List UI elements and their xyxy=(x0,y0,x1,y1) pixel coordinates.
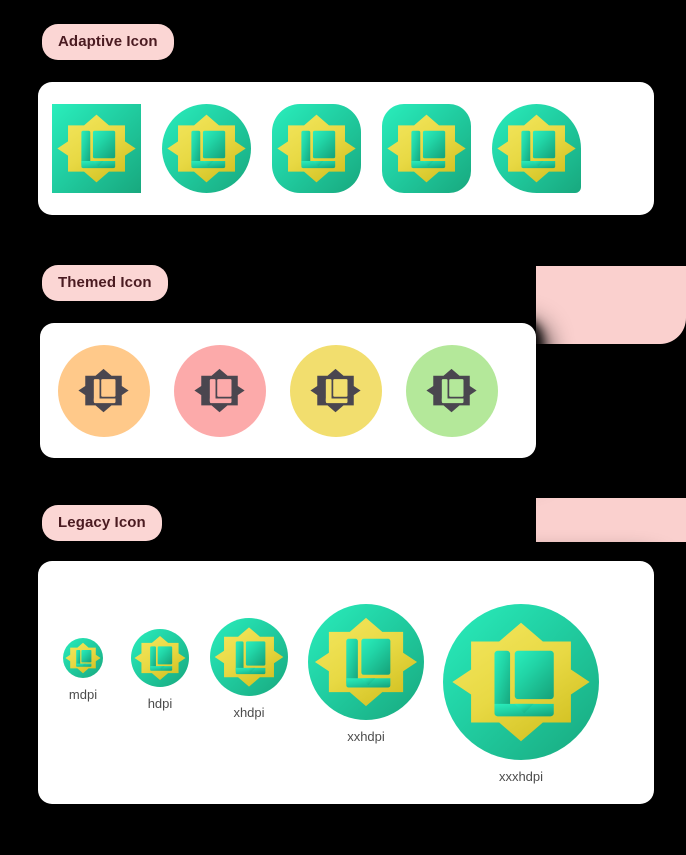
book-rosette-glyph xyxy=(277,114,356,183)
legacy-item-xxhdpi[interactable]: xxhdpi xyxy=(308,604,424,744)
book-rosette-glyph xyxy=(134,635,186,681)
adaptive-icon-card xyxy=(38,82,654,215)
themed-icon-yellow[interactable] xyxy=(290,344,382,437)
themed-icon-orange[interactable] xyxy=(58,344,150,437)
book-rosette-glyph xyxy=(452,622,590,742)
legacy-icon-card: mdpi hdpi xhdpi xxhdpi xxxhdpi xyxy=(38,561,654,804)
book-rosette-glyph xyxy=(78,368,130,413)
book-rosette-glyph xyxy=(194,368,246,413)
themed-icon-pink[interactable] xyxy=(174,344,266,437)
legacy-label-xhdpi: xhdpi xyxy=(233,705,265,720)
adaptive-icon-circle[interactable] xyxy=(162,104,251,193)
adaptive-icon-square[interactable] xyxy=(52,104,141,193)
legacy-item-xhdpi[interactable]: xhdpi xyxy=(210,618,288,720)
section-label-themed: Themed Icon xyxy=(42,265,168,301)
book-rosette-glyph xyxy=(214,627,284,687)
legacy-label-xxhdpi: xxhdpi xyxy=(347,729,385,744)
book-rosette-glyph xyxy=(65,642,101,674)
legacy-label-hdpi: hdpi xyxy=(147,696,173,711)
section-label-legacy: Legacy Icon xyxy=(42,505,162,541)
pink-backdrop-right-upper xyxy=(536,266,686,344)
book-rosette-glyph xyxy=(426,368,478,413)
adaptive-icon-squircle[interactable] xyxy=(272,104,361,193)
legacy-icon-xxxhdpi xyxy=(443,604,599,760)
section-label-adaptive: Adaptive Icon xyxy=(42,24,174,60)
legacy-item-xxxhdpi[interactable]: xxxhdpi xyxy=(443,604,599,784)
legacy-item-hdpi[interactable]: hdpi xyxy=(131,629,189,711)
book-rosette-glyph xyxy=(310,368,362,413)
legacy-item-mdpi[interactable]: mdpi xyxy=(63,638,103,702)
icon-preview-page: Adaptive Icon Themed Icon Legacy Icon md… xyxy=(0,0,686,855)
legacy-icon-xxhdpi xyxy=(308,604,424,720)
book-rosette-glyph xyxy=(167,114,246,183)
legacy-label-xxxhdpi: xxxhdpi xyxy=(498,769,544,784)
themed-icon-green[interactable] xyxy=(406,344,498,437)
book-rosette-glyph xyxy=(314,617,418,707)
book-rosette-glyph xyxy=(387,114,466,183)
book-rosette-glyph xyxy=(57,114,136,183)
legacy-icon-mdpi xyxy=(63,638,103,678)
adaptive-icon-teardrop[interactable] xyxy=(492,104,581,193)
legacy-icon-hdpi xyxy=(131,629,189,687)
pink-backdrop-right-lower xyxy=(536,498,686,542)
themed-icon-card xyxy=(40,323,536,458)
adaptive-icon-rounded-square[interactable] xyxy=(382,104,471,193)
legacy-label-mdpi: mdpi xyxy=(68,687,98,702)
legacy-icon-xhdpi xyxy=(210,618,288,696)
book-rosette-glyph xyxy=(497,114,576,183)
